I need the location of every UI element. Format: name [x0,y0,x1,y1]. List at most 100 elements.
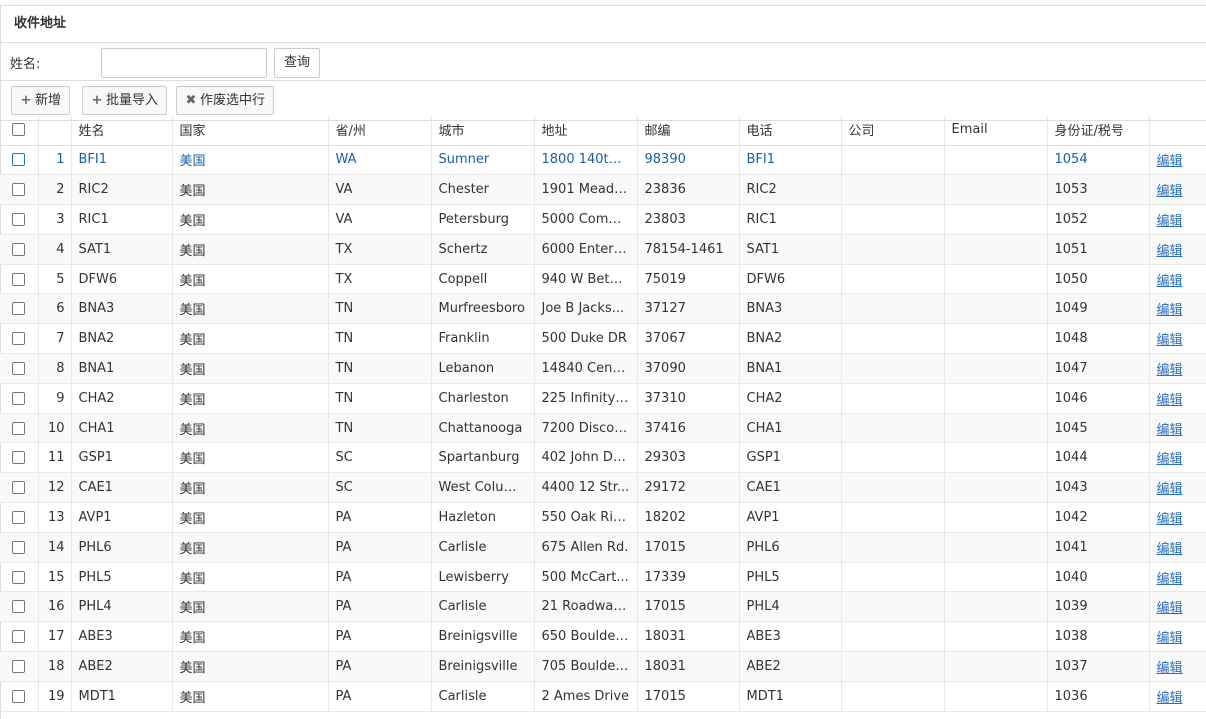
edit-link[interactable]: 编辑 [1157,423,1183,438]
row-state: PA [328,681,432,712]
table-row[interactable]: 9 CHA2 美国 TN Charleston 225 Infinity ... 37310… [0,383,1206,414]
edit-link[interactable]: 编辑 [1157,184,1183,199]
row-select-cell[interactable] [0,413,39,444]
void-selected-button[interactable]: ✖ 作废选中行 [176,86,275,115]
select-all-checkbox[interactable] [12,123,26,137]
edit-link[interactable]: 编辑 [1157,244,1183,259]
edit-link[interactable]: 编辑 [1157,363,1183,378]
row-select-cell[interactable] [0,562,39,593]
row-email [944,145,1048,176]
row-state: WA [328,145,432,176]
row-zip: 37090 [637,353,740,384]
row-checkbox[interactable] [12,689,26,703]
table-row[interactable]: 2 RIC2 美国 VA Chester 1901 Meado... 23836 RIC2 10… [0,174,1206,206]
edit-link[interactable]: 编辑 [1157,274,1183,289]
edit-link[interactable]: 编辑 [1157,333,1183,348]
row-select-cell[interactable] [0,145,39,176]
table-row[interactable]: 14 PHL6 美国 PA Carlisle 675 Allen Rd. 17015 PHL6… [0,532,1206,563]
row-checkbox[interactable] [12,212,26,226]
table-row[interactable]: 8 BNA1 美国 TN Lebanon 14840 Centr... 37090 BNA1 1… [0,353,1206,384]
row-checkbox[interactable] [12,510,26,524]
row-select-cell[interactable] [0,502,39,533]
row-checkbox[interactable] [12,481,26,495]
edit-link[interactable]: 编辑 [1157,303,1183,318]
row-zip: 78154-1461 [637,234,740,265]
row-checkbox[interactable] [12,451,26,465]
table-row[interactable]: 16 PHL4 美国 PA Carlisle 21 Roadway... 17015 PHL4… [0,591,1206,623]
edit-link[interactable]: 编辑 [1157,572,1183,587]
add-button[interactable]: + 新增 [11,86,71,115]
edit-link[interactable]: 编辑 [1157,482,1183,497]
row-select-cell[interactable] [0,383,39,414]
row-checkbox[interactable] [12,361,26,375]
table-row[interactable]: 17 ABE3 美国 PA Breinigsville 650 Boulder ... 18… [0,621,1206,653]
table-row[interactable]: 15 PHL5 美国 PA Lewisberry 500 McCart... 17339 PH… [0,562,1206,593]
row-select-cell[interactable] [0,591,39,623]
table-row[interactable]: 18 ABE2 美国 PA Breinigsville 705 Boulder ... 18… [0,651,1206,682]
edit-link[interactable]: 编辑 [1157,601,1183,616]
edit-link[interactable]: 编辑 [1157,631,1183,646]
table-row[interactable]: 11 GSP1 美国 SC Spartanburg 402 John Do... 29303… [0,442,1206,474]
row-email [944,234,1048,265]
table-row[interactable]: 6 BNA3 美国 TN Murfreesboro Joe B Jacks... 37127… [0,293,1206,325]
row-zip: 29172 [637,472,740,504]
query-button[interactable]: 查询 [274,48,320,78]
select-all-cell[interactable] [0,115,39,146]
table-row[interactable]: 13 AVP1 美国 PA Hazleton 550 Oak Rid... 18202 AVP… [0,502,1206,533]
row-select-cell[interactable] [0,621,39,653]
row-country: 美国 [172,532,329,563]
row-select-cell[interactable] [0,532,39,563]
edit-link[interactable]: 编辑 [1157,452,1183,467]
row-phone: PHL5 [739,562,842,593]
close-icon: ✖ [185,93,197,108]
row-checkbox[interactable] [12,302,26,316]
row-select-cell[interactable] [0,234,39,265]
row-checkbox[interactable] [12,540,26,554]
row-checkbox[interactable] [12,570,26,584]
table-row[interactable]: 3 RIC1 美国 VA Petersburg 5000 Comm... 23803 RIC1… [0,204,1206,235]
row-checkbox[interactable] [12,659,26,673]
edit-link[interactable]: 编辑 [1157,393,1183,408]
row-checkbox[interactable] [12,272,26,286]
row-checkbox[interactable] [12,421,26,435]
row-select-cell[interactable] [0,174,39,206]
table-row[interactable]: 19 MDT1 美国 PA Carlisle 2 Ames Drive 17015 MDT1 1… [0,681,1206,712]
edit-link[interactable]: 编辑 [1157,542,1183,557]
row-select-cell[interactable] [0,264,39,295]
row-select-cell[interactable] [0,472,39,504]
row-checkbox[interactable] [12,153,26,167]
table-row[interactable]: 10 CHA1 美国 TN Chattanooga 7200 Discov... 37416… [0,413,1206,444]
name-search-label: 姓名: [10,57,41,72]
table-row[interactable]: 1 BFI1 美国 WA Sumner 1800 140th ... 98390 BFI1 10… [0,145,1206,176]
edit-link[interactable]: 编辑 [1157,661,1183,676]
edit-link[interactable]: 编辑 [1157,214,1183,229]
row-checkbox[interactable] [12,391,26,405]
edit-link[interactable]: 编辑 [1157,154,1183,169]
batch-import-button[interactable]: + 批量导入 [82,86,168,115]
table-row[interactable]: 7 BNA2 美国 TN Franklin 500 Duke DR 37067 BNA2 104… [0,323,1206,355]
row-number: 5 [38,264,72,295]
row-select-cell[interactable] [0,651,39,682]
row-select-cell[interactable] [0,323,39,355]
row-taxid: 1046 [1047,383,1150,414]
row-select-cell[interactable] [0,353,39,384]
row-company [841,621,945,653]
row-state: PA [328,621,432,653]
row-zip: 18031 [637,651,740,682]
row-checkbox[interactable] [12,183,26,197]
table-row[interactable]: 5 DFW6 美国 TX Coppell 940 W Beth... 75019 DFW6 10… [0,264,1206,295]
row-select-cell[interactable] [0,293,39,325]
row-number: 2 [38,174,72,206]
edit-link[interactable]: 编辑 [1157,691,1183,706]
row-select-cell[interactable] [0,204,39,235]
name-search-input[interactable] [101,48,267,78]
row-checkbox[interactable] [12,630,26,644]
row-checkbox[interactable] [12,332,26,346]
table-row[interactable]: 4 SAT1 美国 TX Schertz 6000 Enterp... 78154-1461… [0,234,1206,265]
row-checkbox[interactable] [12,600,26,614]
table-row[interactable]: 12 CAE1 美国 SC West Colum... 4400 12 Str... 291… [0,472,1206,504]
row-select-cell[interactable] [0,681,39,712]
row-checkbox[interactable] [12,242,26,256]
edit-link[interactable]: 编辑 [1157,512,1183,527]
row-select-cell[interactable] [0,442,39,474]
